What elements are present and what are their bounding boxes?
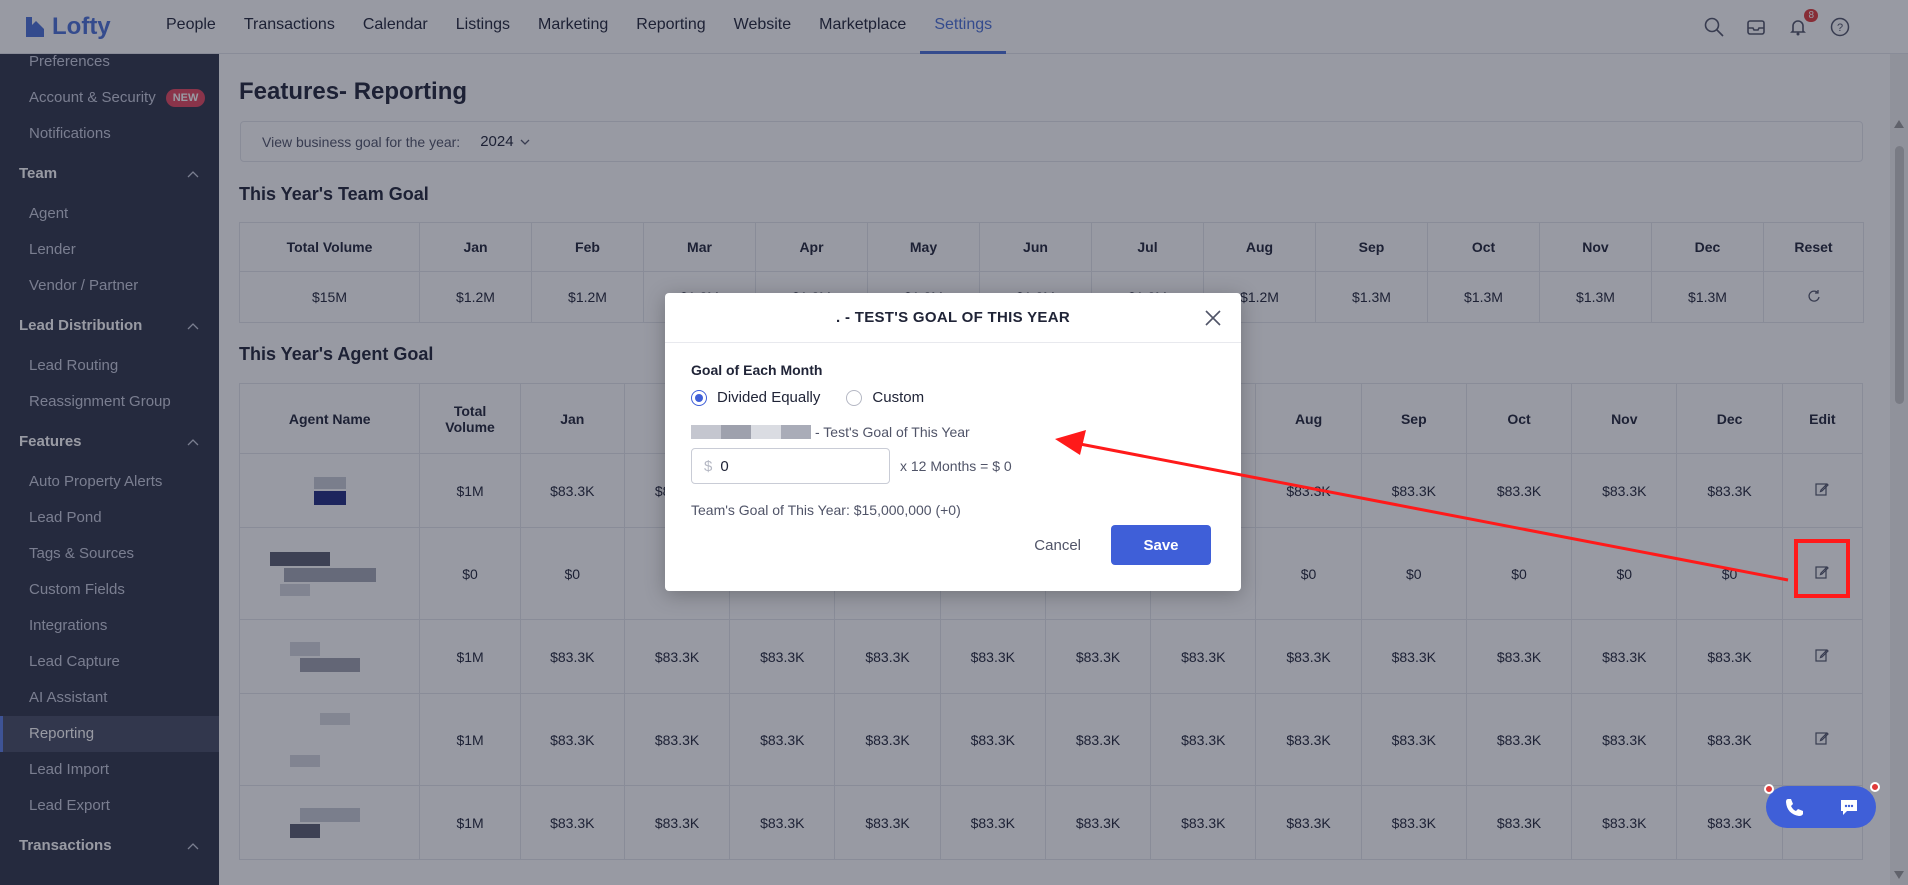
phone-icon <box>1785 799 1803 816</box>
annotation-arrow <box>1055 430 1789 582</box>
chat-icon <box>1840 800 1857 815</box>
phone-button[interactable] <box>1766 786 1821 828</box>
chat-alert-dot <box>1870 782 1880 792</box>
chat-button[interactable] <box>1821 786 1876 828</box>
edit-highlight-box <box>1794 539 1850 598</box>
call-chat-widget <box>1764 782 1880 828</box>
call-alert-dot <box>1764 784 1774 794</box>
